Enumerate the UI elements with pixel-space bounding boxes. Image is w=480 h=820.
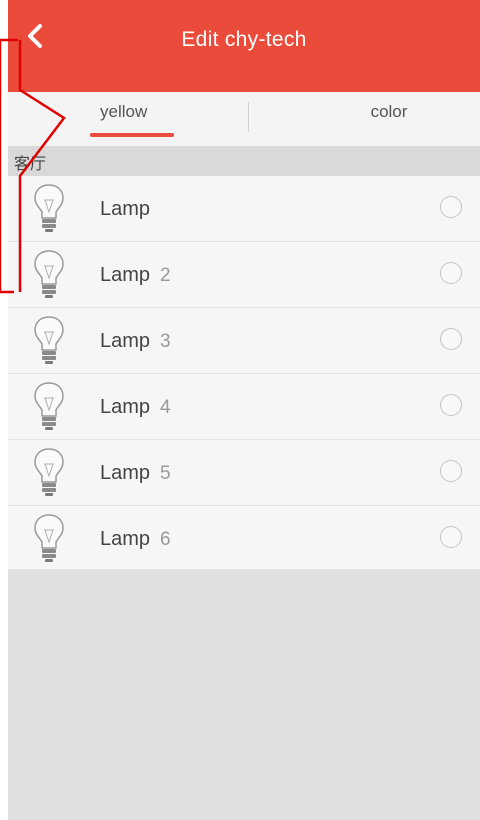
lamp-radio[interactable]	[440, 328, 462, 350]
group-label: 客厅	[14, 156, 47, 173]
tab-yellow-label: yellow	[100, 102, 148, 121]
lamp-radio[interactable]	[440, 394, 462, 416]
lamp-name-label: Lamp 4	[100, 396, 171, 418]
lamp-radio[interactable]	[440, 262, 462, 284]
lamp-name-label: Lamp 2	[100, 264, 171, 286]
lamp-name-label: Lamp	[100, 198, 151, 220]
tab-color[interactable]: color	[314, 92, 464, 152]
lamp-number: 5	[160, 463, 171, 484]
lamp-row[interactable]: Lamp 6	[8, 506, 480, 570]
lightbulb-icon	[34, 184, 64, 232]
lightbulb-icon	[34, 316, 64, 364]
active-tab-indicator	[90, 133, 174, 137]
lamp-radio[interactable]	[440, 196, 462, 218]
lamp-name-label: Lamp 6	[100, 528, 171, 550]
lamp-row[interactable]: Lamp 4	[8, 374, 480, 440]
lamp-number: 4	[160, 397, 171, 418]
lamp-number: 3	[160, 331, 171, 352]
lamp-row[interactable]: Lamp 2	[8, 242, 480, 308]
tab-yellow[interactable]: yellow	[70, 92, 210, 152]
group-header: 客厅	[8, 146, 480, 176]
lamp-name-label: Lamp 3	[100, 330, 171, 352]
tab-divider	[248, 102, 249, 132]
lamp-number: 6	[160, 529, 171, 550]
header-bar: Edit chy-tech	[8, 0, 480, 92]
tab-bar: yellow color	[8, 92, 480, 152]
lamp-radio[interactable]	[440, 526, 462, 548]
lamp-name-label: Lamp 5	[100, 462, 171, 484]
lamp-list: Lamp Lamp 2 Lamp 3 Lamp 4 Lamp 5 Lamp 6	[8, 176, 480, 570]
lamp-row[interactable]: Lamp 3	[8, 308, 480, 374]
lamp-number: 2	[160, 265, 171, 286]
lightbulb-icon	[34, 514, 64, 562]
app-screen: Edit chy-tech yellow color 客厅 Lamp Lamp …	[8, 0, 480, 820]
lamp-radio[interactable]	[440, 460, 462, 482]
lightbulb-icon	[34, 250, 64, 298]
tab-color-label: color	[370, 102, 408, 121]
lightbulb-icon	[34, 382, 64, 430]
page-title: Edit chy-tech	[181, 28, 307, 51]
lamp-row[interactable]: Lamp	[8, 176, 480, 242]
lightbulb-icon	[34, 448, 64, 496]
lamp-row[interactable]: Lamp 5	[8, 440, 480, 506]
